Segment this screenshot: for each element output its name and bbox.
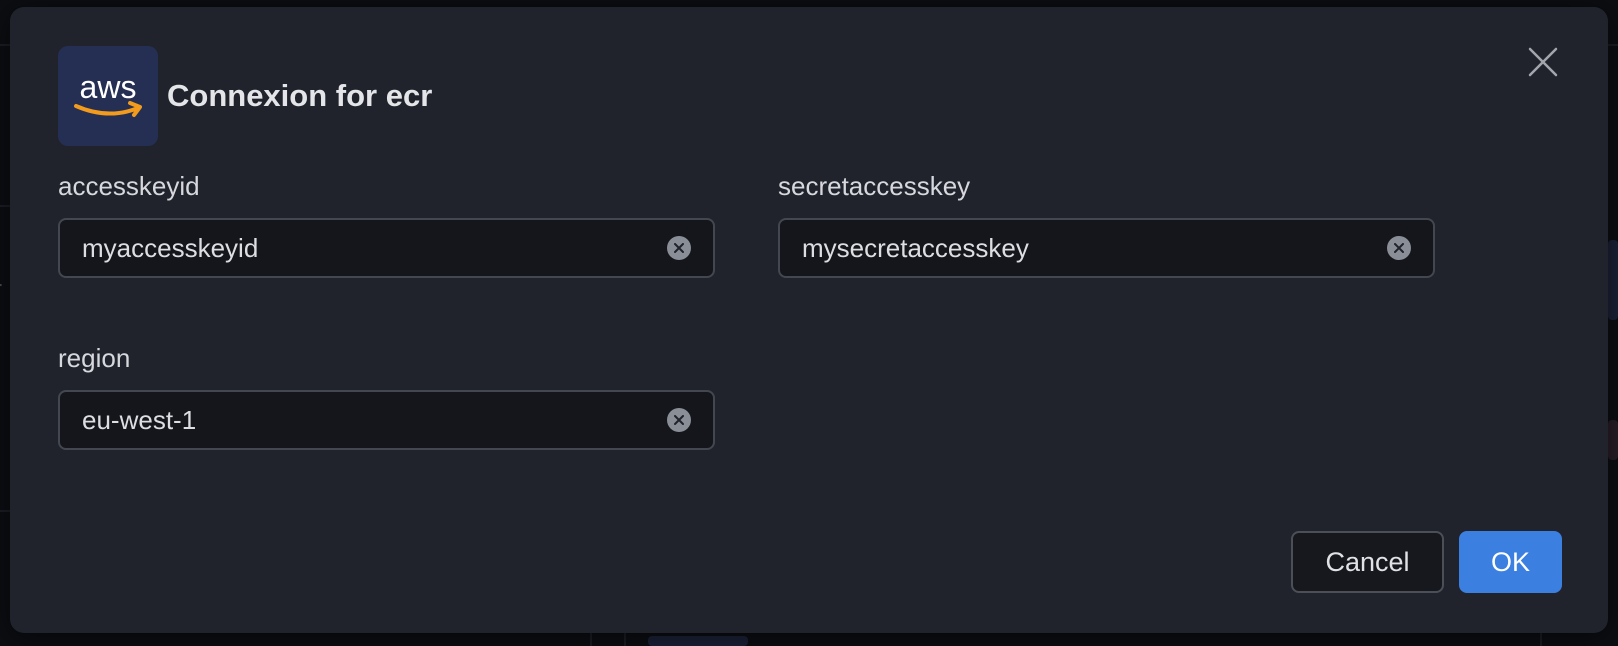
secretaccesskey-input[interactable] bbox=[802, 232, 1387, 264]
accesskeyid-label: accesskeyid bbox=[58, 171, 200, 201]
field-accesskeyid: accesskeyid bbox=[58, 168, 715, 278]
clear-input-icon[interactable] bbox=[667, 408, 691, 432]
background-divider bbox=[0, 510, 10, 512]
background-divider bbox=[0, 205, 10, 207]
background-divider bbox=[624, 633, 626, 646]
aws-logo: aws bbox=[58, 46, 158, 146]
secretaccesskey-input-box bbox=[778, 218, 1435, 278]
region-input-box bbox=[58, 390, 715, 450]
field-region: region bbox=[58, 340, 715, 450]
accesskeyid-input-box bbox=[58, 218, 715, 278]
aws-logo-graphic: aws bbox=[74, 70, 142, 117]
secretaccesskey-label: secretaccesskey bbox=[778, 171, 971, 201]
dialog-header: aws Connexion for ecr bbox=[58, 46, 432, 146]
ok-button[interactable]: OK bbox=[1459, 531, 1562, 593]
close-icon bbox=[1528, 47, 1558, 77]
dialog-title: Connexion for ecr bbox=[167, 78, 433, 113]
background-chip bbox=[648, 636, 748, 646]
cancel-button[interactable]: Cancel bbox=[1291, 531, 1444, 593]
background-text-fragment: r bbox=[0, 276, 2, 304]
region-label: region bbox=[58, 343, 131, 373]
clear-input-icon[interactable] bbox=[1387, 236, 1411, 260]
background-chip bbox=[1608, 420, 1618, 460]
background-divider bbox=[1540, 633, 1542, 646]
aws-logo-text: aws bbox=[80, 70, 137, 105]
field-secretaccesskey: secretaccesskey bbox=[778, 168, 1435, 278]
clear-input-icon[interactable] bbox=[667, 236, 691, 260]
background-chip bbox=[1608, 240, 1618, 320]
connection-dialog: aws Connexion for ecr accesskeyid secret… bbox=[10, 7, 1608, 633]
background-divider bbox=[590, 633, 592, 646]
region-input[interactable] bbox=[82, 404, 667, 436]
close-button[interactable] bbox=[1526, 45, 1560, 79]
accesskeyid-input[interactable] bbox=[82, 232, 667, 264]
